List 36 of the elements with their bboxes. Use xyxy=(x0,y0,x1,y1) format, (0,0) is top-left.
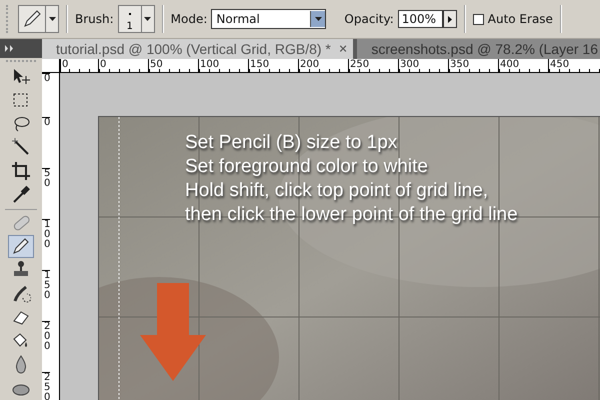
mode-select[interactable]: Normal xyxy=(211,9,326,29)
auto-erase-checkbox[interactable] xyxy=(472,14,484,24)
document-tab[interactable]: tutorial.psd @ 100% (Vertical Grid, RGB/8) * × xyxy=(42,39,354,59)
expand-icon xyxy=(5,44,14,52)
brush-icon xyxy=(11,284,31,304)
close-icon[interactable]: × xyxy=(338,41,348,57)
pencil-tool-button[interactable] xyxy=(8,235,34,258)
opacity-field[interactable]: 100% xyxy=(398,10,443,28)
document-tab[interactable]: screenshots.psd @ 78.2% (Layer 16 xyxy=(357,39,600,59)
brush-label: Brush: xyxy=(75,12,114,26)
mode-label: Mode: xyxy=(170,12,208,26)
ruler-label: 250 xyxy=(42,372,50,400)
preset-dropdown-button[interactable] xyxy=(45,5,59,33)
pencil-icon xyxy=(11,236,31,256)
ruler-label: 0 xyxy=(42,117,50,168)
caret-icon xyxy=(48,17,56,21)
ruler-label: 50 xyxy=(42,168,50,219)
opacity-slider-button[interactable] xyxy=(442,10,457,28)
brush-dropdown-button[interactable] xyxy=(140,5,155,33)
magic-wand-icon xyxy=(11,137,31,158)
move-icon xyxy=(11,66,31,87)
caret-icon xyxy=(144,17,152,21)
ruler-label: 150 xyxy=(42,270,50,321)
ruler-label: 0 xyxy=(42,73,50,117)
auto-erase-label: Auto Erase xyxy=(488,12,553,26)
instruction-text: Set Pencil (B) size to 1px Set foreground color to white Hold shift, click top point of grid line, then click the lower point of the grid line xyxy=(185,131,518,227)
caret-icon xyxy=(314,17,322,21)
play-icon xyxy=(448,16,452,22)
crop-icon xyxy=(11,160,31,181)
tool-preset-button[interactable] xyxy=(18,5,46,33)
ruler-label: 100 xyxy=(42,219,50,270)
eyedropper-icon xyxy=(11,184,31,204)
brush-preview[interactable]: 1 xyxy=(118,5,142,33)
pencil-icon xyxy=(21,8,43,30)
opacity-label: Opacity: xyxy=(344,12,394,26)
ruler-label: 200 xyxy=(42,321,50,372)
